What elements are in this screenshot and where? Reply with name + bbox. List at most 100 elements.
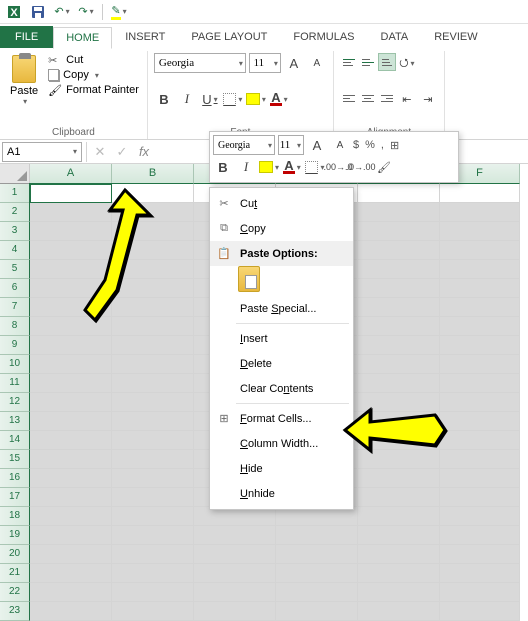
mini-decimal-dec[interactable]: .0→.00 [351, 157, 371, 177]
cell[interactable] [194, 545, 276, 564]
cell[interactable] [358, 374, 440, 393]
mini-border[interactable]: ▾ [305, 157, 325, 177]
cell[interactable] [440, 203, 520, 222]
row-header-10[interactable]: 10 [0, 355, 30, 374]
tab-data[interactable]: DATA [368, 26, 422, 48]
cell[interactable] [30, 431, 112, 450]
fill-color-button[interactable]: ▾ [246, 89, 266, 109]
cell[interactable] [358, 298, 440, 317]
save-icon[interactable] [30, 4, 46, 20]
cell[interactable] [194, 583, 276, 602]
font-color-button[interactable]: A▾ [269, 89, 289, 109]
cell[interactable] [30, 355, 112, 374]
row-header-17[interactable]: 17 [0, 488, 30, 507]
cell[interactable] [276, 583, 358, 602]
increase-font-icon[interactable]: A [284, 53, 304, 73]
cell[interactable] [440, 317, 520, 336]
row-header-22[interactable]: 22 [0, 583, 30, 602]
cell[interactable] [358, 241, 440, 260]
cell[interactable] [112, 374, 194, 393]
percent-icon[interactable]: % [365, 139, 375, 151]
cell[interactable] [194, 602, 276, 621]
paste-option-keep-source[interactable] [238, 266, 260, 292]
row-header-14[interactable]: 14 [0, 431, 30, 450]
row-header-20[interactable]: 20 [0, 545, 30, 564]
cell[interactable] [30, 507, 112, 526]
cell[interactable] [112, 431, 194, 450]
paste-button[interactable]: Paste ▾ [6, 53, 42, 108]
cell[interactable] [440, 507, 520, 526]
cell[interactable] [30, 450, 112, 469]
cell[interactable] [112, 545, 194, 564]
cell[interactable] [440, 564, 520, 583]
row-header-23[interactable]: 23 [0, 602, 30, 621]
mini-font-combo[interactable]: Georgia [213, 135, 275, 155]
cell[interactable] [276, 602, 358, 621]
cell[interactable] [112, 412, 194, 431]
cell[interactable] [30, 583, 112, 602]
cell[interactable] [112, 469, 194, 488]
cell[interactable] [112, 393, 194, 412]
enter-formula-button[interactable]: ✓ [111, 144, 133, 160]
row-header-8[interactable]: 8 [0, 317, 30, 336]
cell[interactable] [30, 545, 112, 564]
tab-review[interactable]: REVIEW [421, 26, 490, 48]
cell[interactable] [358, 526, 440, 545]
row-header-12[interactable]: 12 [0, 393, 30, 412]
ctx-copy[interactable]: ⧉Copy [210, 216, 353, 241]
cell[interactable] [112, 526, 194, 545]
cell[interactable] [358, 260, 440, 279]
ctx-unhide[interactable]: Unhide [210, 481, 353, 506]
mini-fill[interactable]: ▾ [259, 157, 279, 177]
row-header-16[interactable]: 16 [0, 469, 30, 488]
cell[interactable] [358, 488, 440, 507]
cancel-formula-button[interactable]: ✕ [89, 144, 111, 160]
cell[interactable] [440, 488, 520, 507]
cell[interactable] [194, 564, 276, 583]
cell[interactable] [358, 336, 440, 355]
select-all-button[interactable] [0, 164, 30, 184]
cell[interactable] [30, 602, 112, 621]
row-header-18[interactable]: 18 [0, 507, 30, 526]
ctx-format-cells[interactable]: ⊞Format Cells... [210, 406, 353, 431]
insert-function-button[interactable]: fx [133, 144, 155, 159]
cell[interactable] [276, 545, 358, 564]
cell[interactable] [112, 355, 194, 374]
row-header-2[interactable]: 2 [0, 203, 30, 222]
row-header-19[interactable]: 19 [0, 526, 30, 545]
cell[interactable] [30, 488, 112, 507]
cell[interactable] [358, 583, 440, 602]
cell[interactable] [358, 507, 440, 526]
row-header-6[interactable]: 6 [0, 279, 30, 298]
cell[interactable] [30, 393, 112, 412]
cell[interactable] [440, 583, 520, 602]
row-header-1[interactable]: 1 [0, 184, 30, 203]
mini-size-combo[interactable]: 11 [278, 135, 304, 155]
row-header-7[interactable]: 7 [0, 298, 30, 317]
cell[interactable] [440, 184, 520, 203]
row-header-21[interactable]: 21 [0, 564, 30, 583]
cell[interactable] [112, 336, 194, 355]
cell[interactable] [358, 222, 440, 241]
currency-icon[interactable]: $ [353, 139, 359, 151]
cell[interactable] [358, 469, 440, 488]
ctx-column-width[interactable]: Column Width... [210, 431, 353, 456]
cell[interactable] [440, 469, 520, 488]
tab-file[interactable]: FILE [0, 26, 53, 48]
row-header-13[interactable]: 13 [0, 412, 30, 431]
tab-home[interactable]: HOME [53, 27, 112, 49]
orientation-button[interactable]: ⭯▾ [397, 53, 417, 73]
underline-button[interactable]: U▾ [200, 89, 220, 109]
cell[interactable] [112, 488, 194, 507]
cell[interactable] [358, 203, 440, 222]
mini-decrease-font[interactable]: A [330, 135, 350, 155]
cell[interactable] [112, 564, 194, 583]
row-header-11[interactable]: 11 [0, 374, 30, 393]
cell[interactable] [30, 412, 112, 431]
cell[interactable] [358, 184, 440, 203]
ctx-delete[interactable]: Delete [210, 351, 353, 376]
italic-button[interactable]: I [177, 89, 197, 109]
tab-pagelayout[interactable]: PAGE LAYOUT [178, 26, 280, 48]
cell[interactable] [440, 602, 520, 621]
cell[interactable] [358, 355, 440, 374]
